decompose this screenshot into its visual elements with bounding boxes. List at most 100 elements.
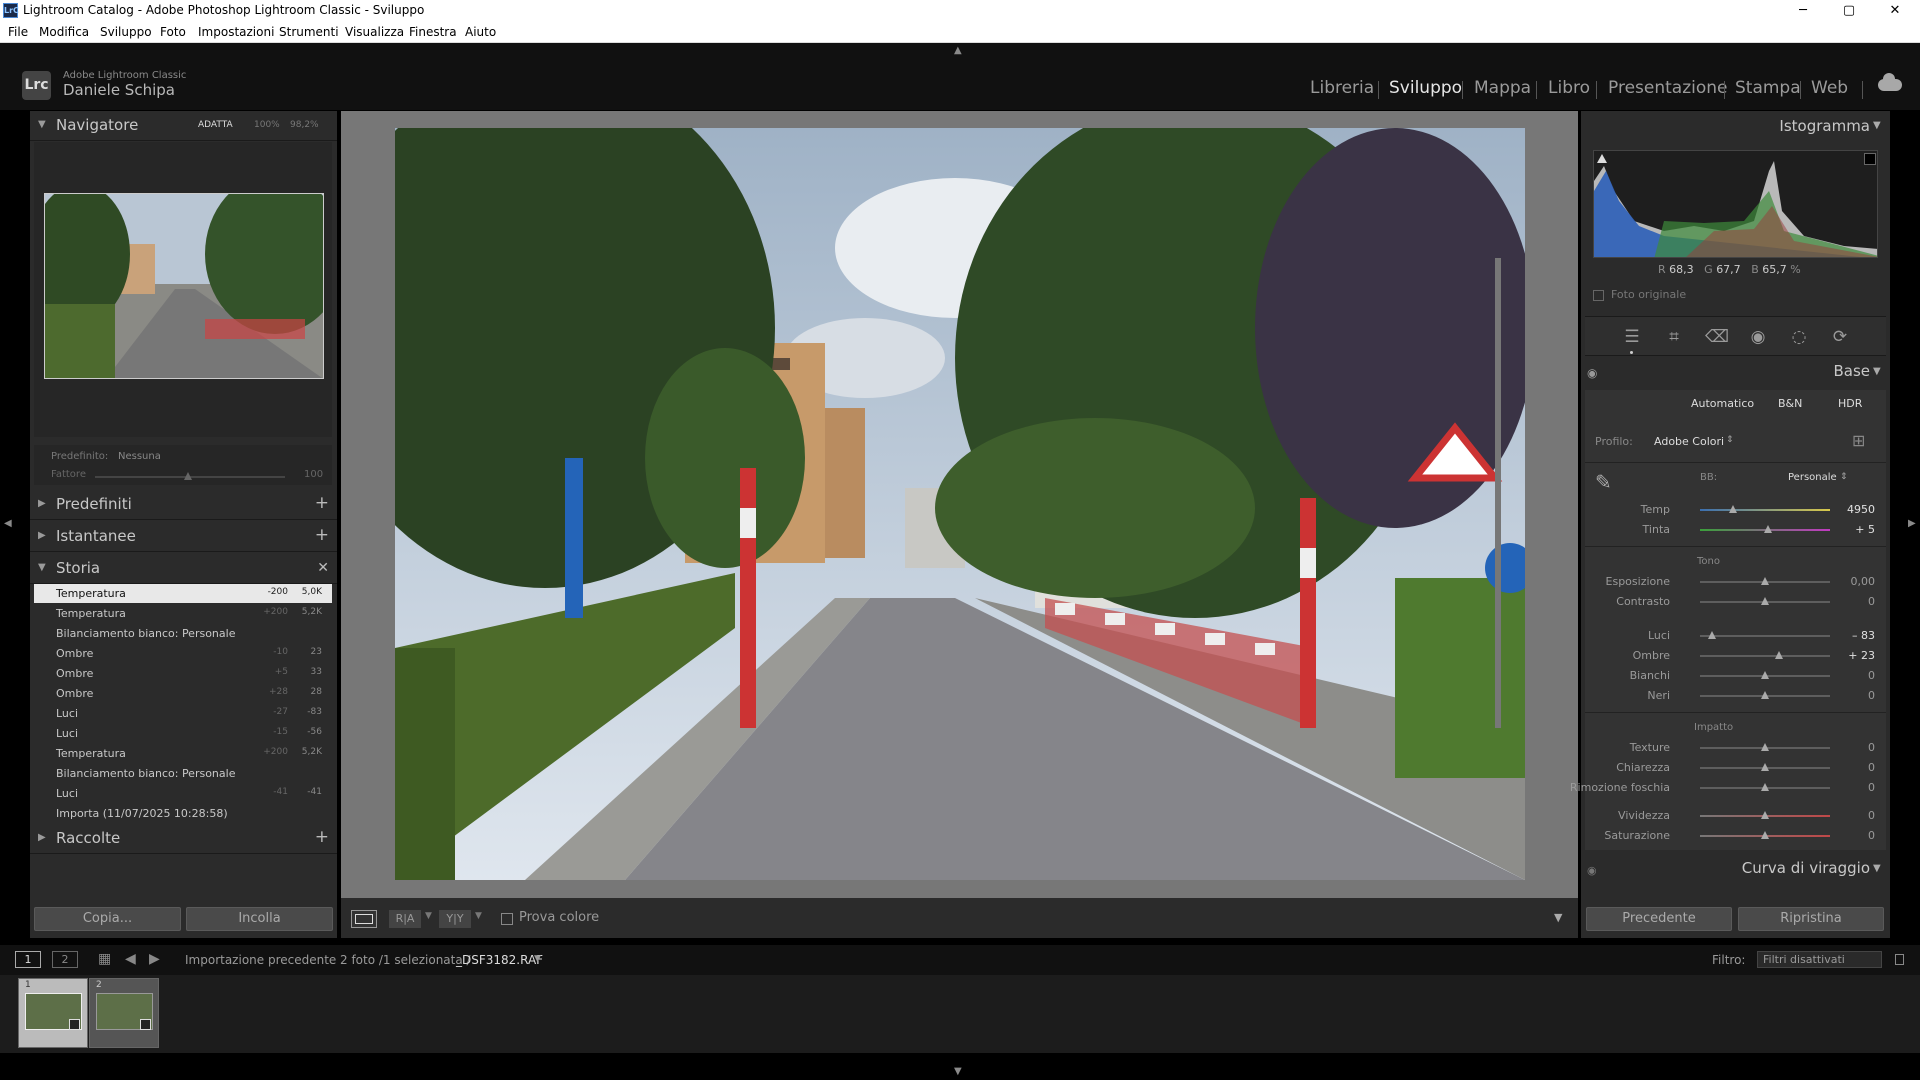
- file-dropdown-icon[interactable]: ▼: [534, 954, 541, 964]
- slider-value[interactable]: 0: [1835, 741, 1875, 754]
- presets-icon[interactable]: ⟳: [1828, 325, 1852, 349]
- slider-contrasto[interactable]: Contrasto 0: [1585, 592, 1875, 612]
- slider-value[interactable]: + 23: [1835, 649, 1875, 662]
- slider-track[interactable]: [1700, 509, 1830, 511]
- module-web[interactable]: Web: [1811, 78, 1848, 98]
- slider-knob[interactable]: [1761, 671, 1769, 679]
- toolbar-menu-icon[interactable]: ▼: [1554, 911, 1562, 924]
- top-panel-toggle-icon[interactable]: ▲: [954, 45, 962, 56]
- slider-knob[interactable]: [1761, 763, 1769, 771]
- histogram-title[interactable]: Istogramma: [1779, 117, 1870, 135]
- history-item[interactable]: Temperatura +200 5,2K: [34, 744, 332, 763]
- previous-button[interactable]: Precedente: [1586, 907, 1732, 931]
- profile-browser-icon[interactable]: ⊞: [1852, 431, 1865, 450]
- menu-sviluppo[interactable]: Sviluppo: [100, 25, 152, 39]
- slider-value[interactable]: 0: [1835, 689, 1875, 702]
- file-name[interactable]: _DSF3182.RAF: [456, 953, 543, 967]
- photo[interactable]: [395, 128, 1525, 880]
- presets-header[interactable]: ▶ Predefiniti +: [30, 490, 337, 520]
- history-item[interactable]: Bilanciamento bianco: Personale: [34, 764, 332, 783]
- masking-icon[interactable]: ◌: [1787, 325, 1811, 349]
- red-eye-icon[interactable]: ◉: [1746, 325, 1770, 349]
- filter-select[interactable]: Filtri disattivati: [1757, 951, 1882, 968]
- bottom-panel-toggle-icon[interactable]: ▼: [954, 1066, 962, 1077]
- maximize-button[interactable]: ▢: [1826, 0, 1872, 22]
- before-after-swap-icon[interactable]: Y|Y: [439, 910, 471, 928]
- history-item[interactable]: Temperatura -200 5,0K: [34, 584, 332, 603]
- basic-title[interactable]: Base: [1833, 362, 1870, 380]
- add-collection-icon[interactable]: +: [315, 827, 329, 847]
- histogram-collapse-icon[interactable]: ▼: [1873, 120, 1881, 131]
- slider-tinta[interactable]: Tinta + 5: [1585, 520, 1875, 540]
- slider-knob[interactable]: [1728, 505, 1737, 513]
- left-panel-toggle-icon[interactable]: ◀: [4, 518, 12, 529]
- tone-curve-eye-icon[interactable]: ◉: [1587, 864, 1597, 877]
- slider-luci[interactable]: Luci – 83: [1585, 626, 1875, 646]
- eraser-icon[interactable]: ⌫: [1705, 325, 1729, 349]
- slider-esposizione[interactable]: Esposizione 0,00: [1585, 572, 1875, 592]
- slider-knob[interactable]: [1761, 811, 1769, 819]
- highlight-clipping-icon[interactable]: [1864, 153, 1876, 165]
- slider-saturazione[interactable]: Saturazione 0: [1585, 826, 1875, 846]
- grid-icon[interactable]: ▦: [98, 951, 111, 967]
- zoom-custom[interactable]: 98,2%: [290, 120, 319, 130]
- slider-value[interactable]: 0: [1835, 595, 1875, 608]
- slider-knob[interactable]: [1761, 597, 1769, 605]
- slider-value[interactable]: 0: [1835, 781, 1875, 794]
- clear-history-icon[interactable]: ✕: [317, 560, 329, 576]
- before-after-lr-icon[interactable]: R|A: [389, 910, 421, 928]
- tone-curve-collapse-icon[interactable]: ▼: [1873, 863, 1881, 874]
- filter-lock-icon[interactable]: [1895, 954, 1904, 965]
- slider-value[interactable]: + 5: [1835, 523, 1875, 536]
- slider-value[interactable]: 0: [1835, 761, 1875, 774]
- collections-header[interactable]: ▶ Raccolte +: [30, 824, 337, 854]
- add-snapshot-icon[interactable]: +: [315, 525, 329, 545]
- slider-value[interactable]: 4950: [1835, 503, 1875, 516]
- wb-select[interactable]: Personale: [1788, 472, 1837, 483]
- treatment-bw[interactable]: B&N: [1778, 397, 1802, 410]
- factor-slider-knob[interactable]: [184, 472, 192, 480]
- copy-button[interactable]: Copia...: [34, 907, 181, 931]
- treatment-auto[interactable]: Automatico: [1691, 397, 1754, 410]
- slider-knob[interactable]: [1761, 831, 1769, 839]
- thumbnail[interactable]: 1: [18, 978, 88, 1048]
- zoom-100[interactable]: 100%: [254, 120, 280, 130]
- module-mappa[interactable]: Mappa: [1474, 78, 1531, 98]
- history-item[interactable]: Luci -41 -41: [34, 784, 332, 803]
- slider-knob[interactable]: [1775, 651, 1784, 659]
- module-presentazione[interactable]: Presentazione: [1608, 78, 1727, 98]
- zoom-fit[interactable]: ADATTA: [198, 120, 233, 130]
- source-label[interactable]: Importazione precedente: [185, 953, 336, 967]
- forward-arrow-icon[interactable]: ▶: [149, 951, 160, 967]
- slider-value[interactable]: 0,00: [1835, 575, 1876, 588]
- module-stampa[interactable]: Stampa: [1735, 78, 1801, 98]
- slider-track[interactable]: [1700, 655, 1830, 657]
- soft-proof-checkbox[interactable]: [501, 913, 513, 925]
- slider-knob[interactable]: [1761, 691, 1769, 699]
- original-photo-checkbox[interactable]: [1593, 290, 1604, 301]
- treatment-hdr[interactable]: HDR: [1838, 397, 1862, 410]
- slider-value[interactable]: 0: [1835, 829, 1875, 842]
- slider-neri[interactable]: Neri 0: [1585, 686, 1875, 706]
- menu-file[interactable]: File: [8, 25, 28, 39]
- slider-vividezza[interactable]: Vividezza 0: [1585, 806, 1875, 826]
- module-sviluppo[interactable]: Sviluppo: [1389, 78, 1462, 98]
- history-item[interactable]: Bilanciamento bianco: Personale: [34, 624, 332, 643]
- slider-ombre[interactable]: Ombre + 23: [1585, 646, 1875, 666]
- profile-dropdown-icon[interactable]: ⇕: [1726, 435, 1734, 445]
- history-item[interactable]: Ombre +28 28: [34, 684, 332, 703]
- history-header[interactable]: ▼ Storia ✕: [30, 554, 337, 584]
- minimize-button[interactable]: ─: [1780, 0, 1826, 22]
- close-button[interactable]: ✕: [1872, 0, 1918, 22]
- slider-temp[interactable]: Temp 4950: [1585, 500, 1875, 520]
- slider-knob[interactable]: [1761, 743, 1769, 751]
- reset-button[interactable]: Ripristina: [1738, 907, 1884, 931]
- history-item[interactable]: Ombre -10 23: [34, 644, 332, 663]
- slider-knob[interactable]: [1763, 525, 1772, 533]
- history-item[interactable]: Luci -27 -83: [34, 704, 332, 723]
- add-preset-icon[interactable]: +: [315, 493, 329, 513]
- histogram[interactable]: [1593, 150, 1878, 258]
- module-libro[interactable]: Libro: [1548, 78, 1590, 98]
- snapshots-header[interactable]: ▶ Istantanee +: [30, 522, 337, 552]
- slider-value[interactable]: 0: [1835, 669, 1875, 682]
